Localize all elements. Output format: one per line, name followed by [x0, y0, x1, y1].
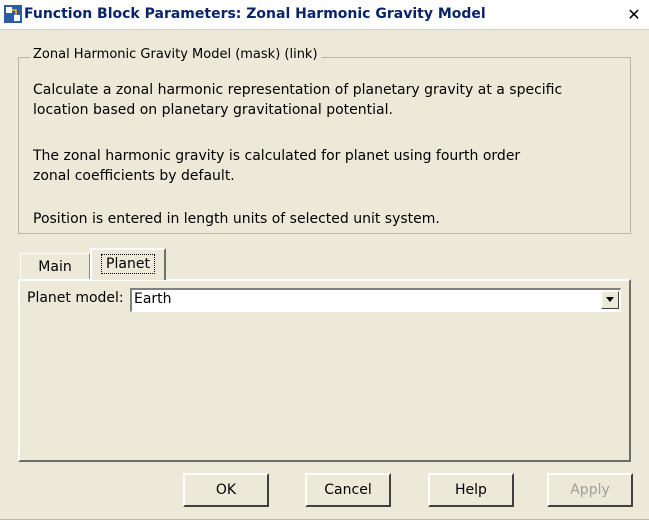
title-bar: Function Block Parameters: Zonal Harmoni… [0, 0, 649, 30]
description-line: The zonal harmonic gravity is calculated… [33, 148, 521, 164]
ok-button[interactable]: OK [183, 473, 269, 507]
simulink-block-icon [4, 5, 22, 23]
description-line: Calculate a zonal harmonic representatio… [33, 82, 563, 98]
planet-model-value: Earth [134, 291, 172, 307]
tab-planet[interactable]: Planet [90, 248, 166, 280]
description-paragraph-2: The zonal harmonic gravity is calculated… [33, 146, 613, 186]
close-icon[interactable]: ✕ [625, 6, 643, 24]
chevron-down-icon[interactable] [601, 291, 619, 309]
description-line: Position is entered in length units of s… [33, 211, 440, 227]
tab-planet-label: Planet [101, 254, 155, 274]
description-paragraph-1: Calculate a zonal harmonic representatio… [33, 80, 613, 120]
tab-main[interactable]: Main [20, 253, 90, 279]
description-line: zonal coefficients by default. [33, 168, 235, 184]
description-paragraph-3: Position is entered in length units of s… [33, 209, 613, 229]
tab-main-label: Main [38, 259, 72, 275]
group-legend: Zonal Harmonic Gravity Model (mask) (lin… [30, 47, 321, 62]
help-button[interactable]: Help [428, 473, 514, 507]
window-title: Function Block Parameters: Zonal Harmoni… [24, 6, 486, 22]
cancel-button[interactable]: Cancel [305, 473, 391, 507]
apply-button[interactable]: Apply [547, 473, 633, 507]
dialog-window: Function Block Parameters: Zonal Harmoni… [0, 0, 649, 520]
planet-model-select[interactable]: Earth [130, 288, 621, 312]
planet-model-label: Planet model: [27, 290, 124, 306]
description-line: location based on planetary gravitationa… [33, 102, 393, 118]
